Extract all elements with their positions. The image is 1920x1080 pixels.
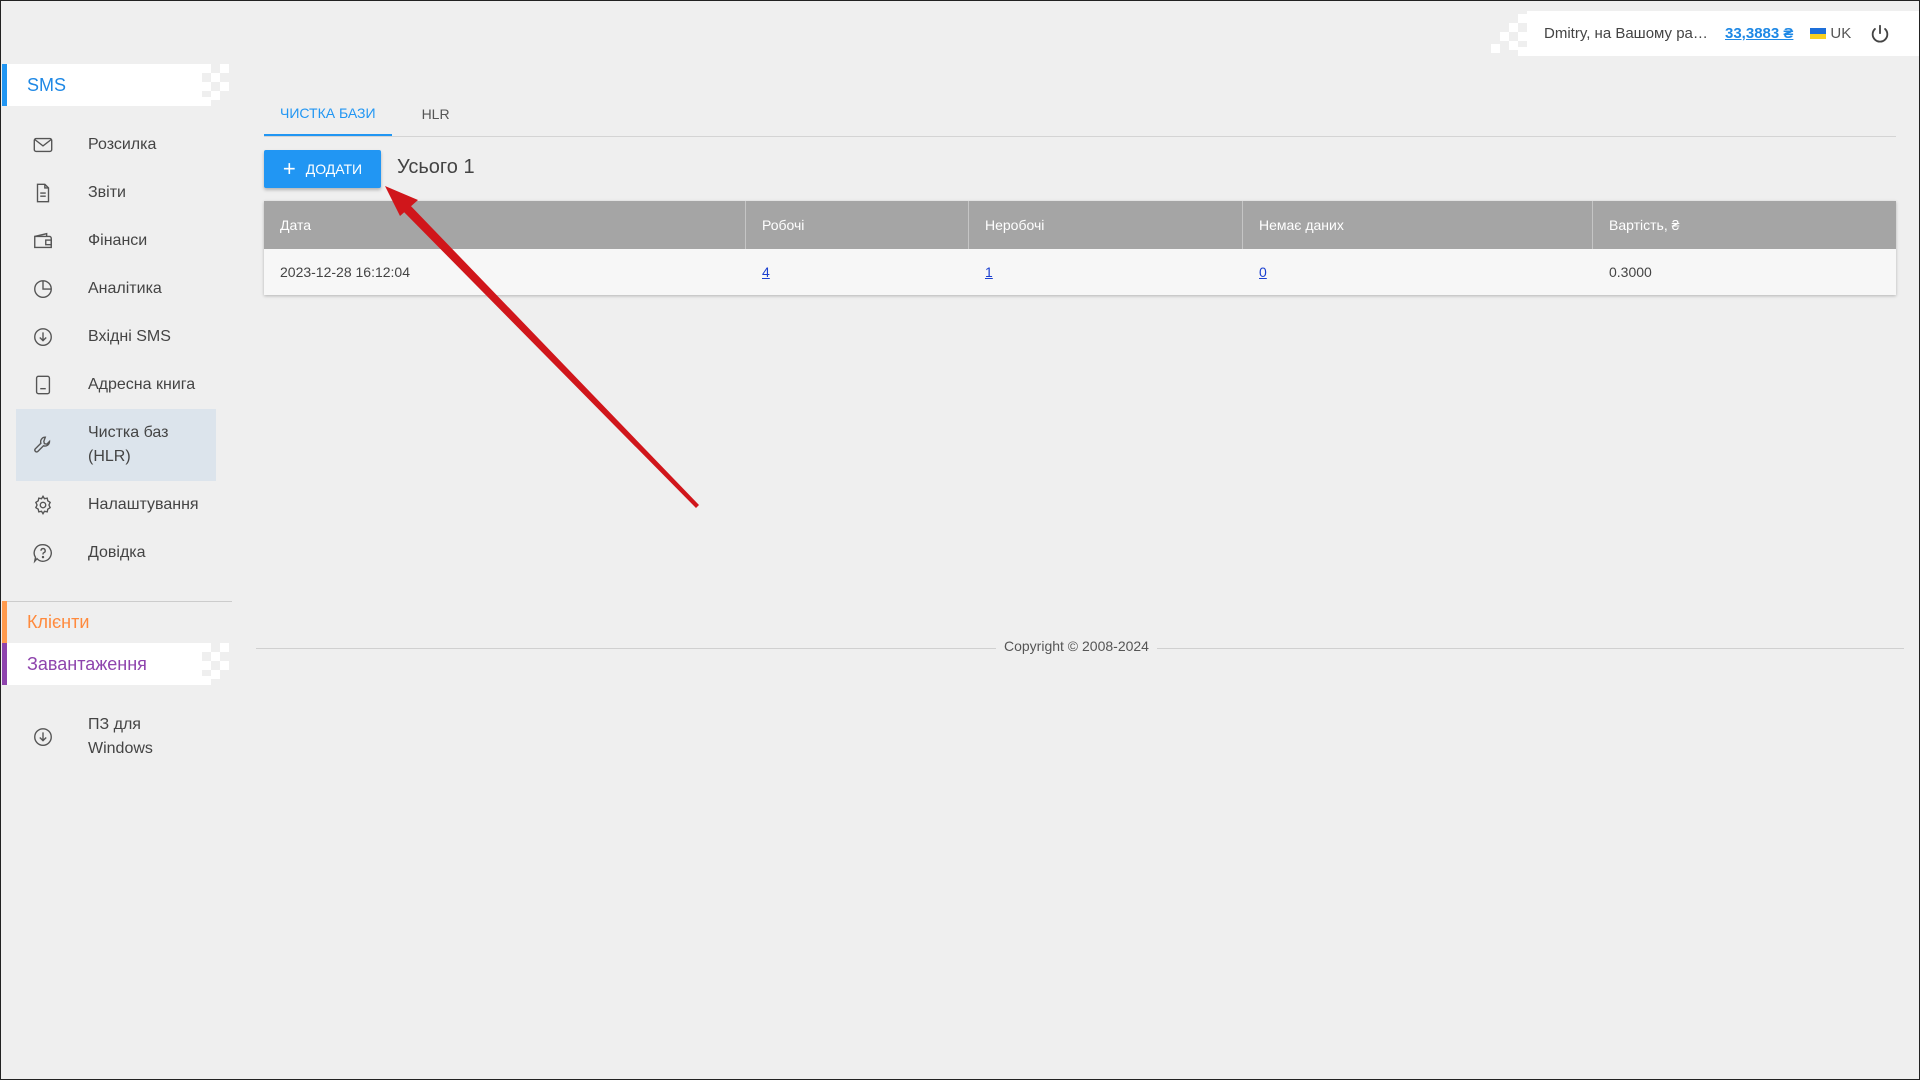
working-count-link[interactable]: 4	[762, 264, 770, 280]
sidebar-item-analytics[interactable]: Аналітика	[16, 265, 216, 313]
sidebar-item-label: Звіти	[88, 184, 126, 201]
sidebar-item-finance[interactable]: Фінанси	[16, 217, 216, 265]
column-header-date[interactable]: Дата	[264, 201, 746, 249]
sidebar-item-reports[interactable]: Звіти	[16, 169, 216, 217]
sidebar-item-label: Розсилка	[88, 136, 157, 153]
total-count: Усього 1	[397, 156, 475, 178]
column-header-working[interactable]: Робочі	[746, 201, 969, 249]
sidebar-item-label: ПЗ для Windows	[88, 716, 153, 757]
sidebar-item-label: Фінанси	[88, 232, 148, 249]
sidebar-item-windows-software[interactable]: ПЗ для Windows	[16, 701, 216, 773]
sidebar-section-clients-label: Клієнти	[27, 611, 90, 632]
column-header-nodata[interactable]: Немає даних	[1243, 201, 1593, 249]
sidebar-item-label: Вхідні SMS	[88, 328, 171, 345]
nonworking-count-link[interactable]: 1	[985, 264, 993, 280]
decor-pixels-top	[1486, 14, 1527, 56]
downloads-nav: ПЗ для Windows	[16, 701, 216, 773]
sidebar-item-hlr[interactable]: Чистка баз (HLR)	[16, 409, 216, 481]
language-selector[interactable]: UK	[1830, 25, 1851, 42]
plus-icon: +	[282, 156, 296, 181]
table-header: Дата Робочі Неробочі Немає даних Вартіст…	[264, 201, 1896, 249]
decor-pixels-sms	[202, 64, 232, 106]
sidebar-item-help[interactable]: Довідка	[16, 529, 216, 577]
column-header-cost[interactable]: Вартість, ₴	[1593, 201, 1896, 249]
sidebar-nav: Розсилка Звіти Фінанси Аналітика Вхідні …	[16, 121, 216, 577]
column-header-nonworking[interactable]: Неробочі	[969, 201, 1243, 249]
sidebar-item-label: Адресна книга	[88, 376, 196, 393]
sidebar-item-label: Чистка баз (HLR)	[88, 424, 169, 465]
download-circle-icon	[34, 328, 52, 346]
sidebar-section-sms-label: SMS	[27, 74, 67, 95]
ukraine-flag-icon[interactable]	[1810, 28, 1827, 39]
power-icon[interactable]	[1869, 23, 1891, 45]
tab-label: ЧИСТКА БАЗИ	[280, 105, 376, 121]
document-icon	[36, 183, 50, 203]
decor-pixels-downloads	[202, 643, 232, 685]
sidebar-item-mailing[interactable]: Розсилка	[16, 121, 216, 169]
sidebar-item-label: Налаштування	[88, 496, 199, 513]
mail-icon	[33, 137, 53, 153]
address-book-icon	[35, 375, 51, 395]
wallet-icon	[34, 232, 52, 249]
sidebar-item-address-book[interactable]: Адресна книга	[16, 361, 216, 409]
pie-chart-icon	[34, 280, 52, 298]
add-button-label: ДОДАТИ	[305, 161, 363, 177]
wrench-icon	[34, 436, 51, 453]
sidebar-section-sms[interactable]: SMS	[2, 64, 202, 106]
cell-nonworking: 1	[969, 249, 1243, 295]
cell-nodata: 0	[1243, 249, 1593, 295]
tab-bar: ЧИСТКА БАЗИ HLR	[264, 92, 1896, 137]
nodata-count-link[interactable]: 0	[1259, 264, 1267, 280]
copyright: Copyright © 2008-2024	[996, 638, 1157, 654]
sidebar-item-label: Довідка	[88, 544, 146, 561]
sidebar-section-clients[interactable]: Клієнти	[2, 601, 202, 643]
user-bar: Dmitry, на Вашому рахунку 33,3883 ₴ UK	[1527, 11, 1920, 56]
tab-database-cleaning[interactable]: ЧИСТКА БАЗИ	[264, 92, 392, 136]
cell-working: 4	[746, 249, 969, 295]
user-greeting: Dmitry, на Вашому рахунку	[1544, 25, 1714, 42]
sidebar-section-downloads[interactable]: Завантаження	[2, 643, 202, 685]
hlr-results-table: Дата Робочі Неробочі Немає даних Вартіст…	[264, 201, 1896, 295]
tab-hlr[interactable]: HLR	[406, 92, 466, 136]
table-row: 2023-12-28 16:12:04 4 1 0 0.3000	[264, 249, 1896, 295]
sidebar-item-label: Аналітика	[88, 280, 162, 297]
sidebar-item-settings[interactable]: Налаштування	[16, 481, 216, 529]
help-icon	[33, 544, 52, 564]
balance-link[interactable]: 33,3883 ₴	[1725, 25, 1793, 42]
gear-icon	[34, 494, 52, 516]
cell-cost: 0.3000	[1609, 264, 1652, 280]
download-circle-icon	[34, 728, 52, 746]
sidebar-section-downloads-label: Завантаження	[27, 653, 147, 674]
tab-label: HLR	[421, 106, 450, 122]
sidebar-item-incoming-sms[interactable]: Вхідні SMS	[16, 313, 216, 361]
cell-date: 2023-12-28 16:12:04	[280, 264, 410, 280]
add-button[interactable]: + ДОДАТИ	[264, 150, 381, 188]
